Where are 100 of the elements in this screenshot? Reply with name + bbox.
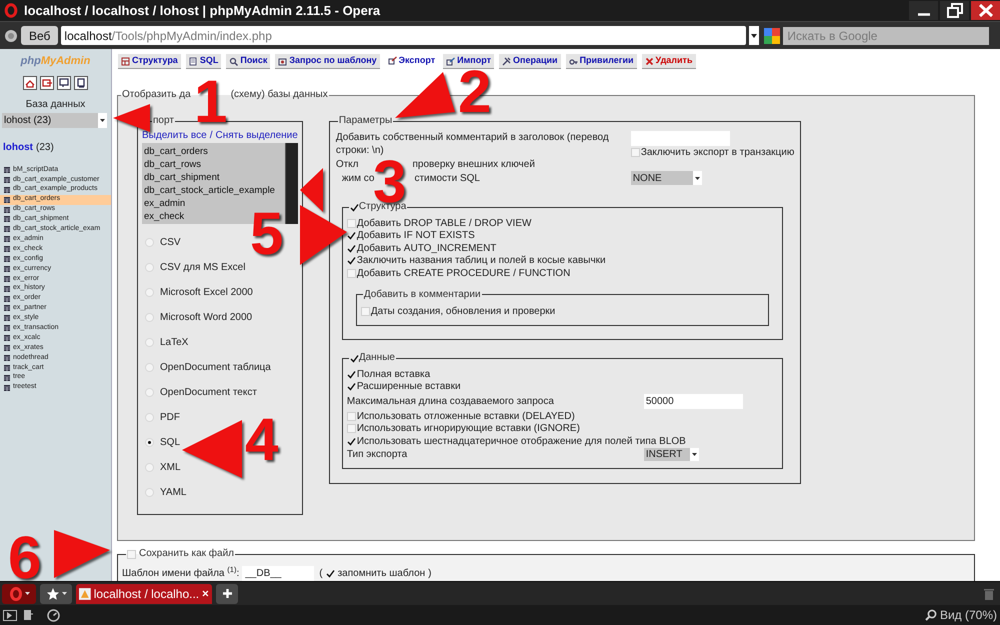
option-label: Заключить названия таблиц и полей в косые кавычки [356,254,606,268]
checkbox[interactable] [346,256,356,266]
table-count: (23) [36,142,54,154]
document-icon[interactable] [23,609,33,621]
menu-button[interactable] [2,584,36,604]
minimize-icon [918,13,930,16]
gauge-icon[interactable] [47,608,60,622]
globe-icon[interactable] [4,28,18,42]
option-label: OpenDocument текст [160,386,257,400]
option-label: стимости SQL [414,172,480,184]
caret-icon [24,592,30,595]
table-icon [4,325,10,332]
database-select[interactable]: lohost (23) [2,113,107,128]
radio-button[interactable] [145,438,154,447]
cross-icon [644,56,654,66]
zoom-button[interactable]: Вид (70%) [924,606,997,624]
annotation-arrow [113,104,150,132]
table-icon [4,266,10,272]
checkbox[interactable] [346,231,356,240]
legend-text: Данные [358,352,395,364]
scrollbar[interactable] [284,143,298,224]
panel-icon[interactable] [3,610,17,620]
option-label: Microsoft Word 2000 [160,311,252,325]
web-button[interactable]: Веб [21,26,58,45]
table-icon [4,186,10,193]
radio-button[interactable] [145,413,154,422]
radio-button[interactable] [145,488,154,497]
checkbox[interactable] [350,202,359,212]
close-icon [978,4,992,17]
legend-text: Сохранить как файл [139,548,234,560]
tab[interactable]: Запрос по шаблону [275,54,380,69]
close-icon[interactable] [202,590,209,597]
search-engine-icon[interactable] [764,28,780,44]
checkbox[interactable] [350,354,359,362]
radio-button[interactable] [145,238,154,247]
new-tab-button[interactable] [216,584,238,604]
legend-text: порт [153,115,174,126]
search-icon [229,56,238,66]
option-label: OpenDocument таблица [160,361,271,375]
tab[interactable]: Удалить [642,54,696,69]
search-field[interactable]: Искать в Google [783,26,990,44]
search-icon [924,609,937,621]
annotation-arrow [54,530,110,578]
radio-button[interactable] [145,288,154,297]
legend-text: Добавить в комментарии [364,288,481,300]
radio-button[interactable] [145,363,154,372]
checkbox[interactable] [346,382,356,392]
opera-logo-icon [8,586,22,600]
unselect-all-link[interactable]: Снять выделение [215,130,298,142]
tab[interactable]: Операции [499,54,561,69]
home-icon[interactable] [23,76,37,90]
template-label: Шаблон имени файла $^{(1)}$: [122,566,240,581]
option-label: SQL [160,436,180,450]
option-label: Откл [336,158,359,171]
page-icon [79,588,91,600]
radio-button[interactable] [145,388,154,397]
table-icon [4,276,10,282]
opera-logo-icon [4,3,18,18]
url-field[interactable]: localhost/Tools/phpMyAdmin/index.php [61,26,746,45]
radio-button[interactable] [145,338,154,347]
trash-icon[interactable] [984,588,994,600]
document-icon[interactable] [74,76,88,90]
annotation-number: 3 [373,160,406,204]
select-all-link[interactable]: Выделить все [142,130,207,142]
tab[interactable]: Структура [118,54,181,69]
radio-button[interactable] [145,313,154,322]
max-length-field[interactable]: 50000 [644,394,743,409]
export-type-select[interactable]: INSERT [644,448,699,461]
checkbox[interactable] [326,569,335,578]
radio-button[interactable] [145,263,154,272]
tab[interactable]: SQL [186,54,222,69]
exit-icon[interactable] [40,76,54,90]
compatibility-select[interactable]: NONE [630,171,702,185]
tab[interactable]: Поиск [226,54,270,69]
caret-icon [100,119,105,122]
comment-label: Добавить собственный комментарий в заголовок (перевод строки: \n) [336,131,610,158]
maximize-button[interactable] [940,1,969,20]
table-icon [4,256,10,262]
tab[interactable]: Привилегии [566,54,637,69]
close-button[interactable] [971,1,1000,20]
table-icon [4,176,10,183]
bookmarks-button[interactable] [40,584,72,604]
browser-tab[interactable]: localhost / localho... [76,584,212,604]
table-icon [4,226,10,232]
window-icon[interactable] [57,76,71,90]
checkbox[interactable] [346,436,356,446]
option-label: PDF [160,411,180,425]
option-label: Даты создания, обновления и проверки [370,305,556,320]
checkbox[interactable] [346,244,356,253]
caret-icon [692,453,697,456]
table-icon [4,344,10,351]
filename-template-field[interactable]: __DB__ [242,566,314,581]
option-label: XML [160,461,181,475]
minimize-button[interactable] [909,1,938,20]
database-link[interactable]: lohost [3,142,33,154]
window-title: localhost / localhost / lohost | phpMyAdmin 2.11.5 - Opera [24,2,380,20]
history-dropdown-button[interactable] [749,26,760,45]
separator-text: / [210,130,212,142]
radio-button[interactable] [145,463,154,472]
checkbox[interactable] [346,370,356,379]
